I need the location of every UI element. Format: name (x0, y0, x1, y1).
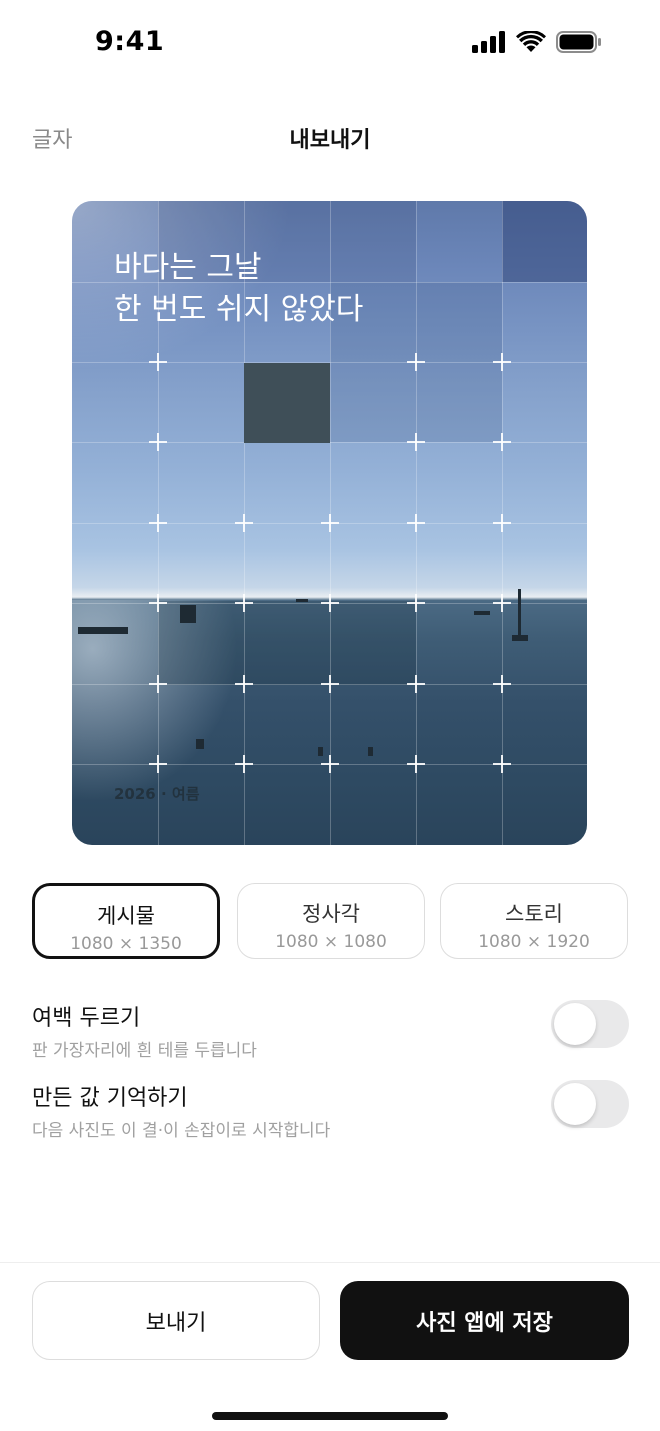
grid-crosshair-icon (149, 514, 167, 532)
format-size: 1080 × 1920 (478, 932, 590, 952)
grid-crosshair-icon (149, 755, 167, 773)
toggle-knob (554, 1083, 596, 1125)
grid-crosshair-icon (321, 514, 339, 532)
boat-shape (296, 599, 308, 602)
boat-shape (196, 739, 204, 749)
format-name: 게시물 (97, 904, 155, 928)
setting-border: 여백 두르기 판 가장자리에 흰 테를 두릅니다 (32, 1000, 629, 1061)
toggle-knob (554, 1003, 596, 1045)
boat-shape (318, 747, 323, 756)
setting-description: 판 가장자리에 흰 테를 두릅니다 (32, 1041, 257, 1061)
grid-crosshair-icon (149, 353, 167, 371)
boat-shape (512, 635, 528, 641)
boat-shape (78, 627, 128, 634)
boat-shape (518, 589, 521, 639)
nav-bar: 글자 내보내기 (0, 112, 660, 162)
battery-icon (556, 31, 601, 53)
home-indicator (212, 1412, 448, 1420)
export-preview: 바다는 그날 한 번도 쉬지 않았다 2026 · 여름 (72, 201, 587, 845)
status-bar: 9:41 (0, 0, 660, 90)
grid-crosshair-icon (493, 755, 511, 773)
mosaic-block (502, 201, 587, 282)
grid-crosshair-icon (493, 675, 511, 693)
setting-description: 다음 사진도 이 결·이 손잡이로 시작합니다 (32, 1121, 331, 1141)
format-name: 정사각 (302, 902, 360, 926)
grid-crosshair-icon (407, 514, 425, 532)
grid-crosshair-icon (235, 514, 253, 532)
grid-crosshair-icon (407, 675, 425, 693)
mosaic-block (158, 601, 416, 685)
bottom-divider (0, 1262, 660, 1263)
format-size: 1080 × 1080 (275, 932, 387, 952)
boat-shape (180, 605, 196, 623)
setting-title: 만든 값 기억하기 (32, 1086, 188, 1111)
setting-title: 여백 두르기 (32, 1006, 141, 1031)
grid-crosshair-icon (493, 594, 511, 612)
grid-crosshair-icon (493, 433, 511, 451)
grid-crosshair-icon (407, 594, 425, 612)
grid-crosshair-icon (149, 594, 167, 612)
grid-crosshair-icon (407, 353, 425, 371)
grid-crosshair-icon (407, 433, 425, 451)
grid-crosshair-icon (149, 675, 167, 693)
save-to-photos-button[interactable]: 사진 앱에 저장 (340, 1281, 629, 1360)
grid-crosshair-icon (493, 353, 511, 371)
format-option-post[interactable]: 게시물 1080 × 1350 (32, 883, 220, 959)
grid-crosshair-icon (235, 675, 253, 693)
format-size: 1080 × 1350 (70, 934, 182, 954)
wifi-icon (516, 31, 546, 52)
grid-crosshair-icon (321, 594, 339, 612)
grid-crosshair-icon (235, 755, 253, 773)
grid-crosshair-icon (493, 514, 511, 532)
format-option-story[interactable]: 스토리 1080 × 1920 (440, 883, 628, 959)
preview-caption: 2026 · 여름 (114, 785, 200, 803)
preview-headline: 바다는 그날 한 번도 쉬지 않았다 (114, 250, 364, 327)
share-button[interactable]: 보내기 (32, 1281, 320, 1360)
setting-remember: 만든 값 기억하기 다음 사진도 이 결·이 손잡이로 시작합니다 (32, 1080, 629, 1141)
grid-crosshair-icon (407, 755, 425, 773)
format-name: 스토리 (505, 902, 563, 926)
cellular-signal-icon (472, 31, 505, 53)
boat-shape (368, 747, 373, 756)
grid-crosshair-icon (321, 675, 339, 693)
boat-shape (474, 611, 490, 615)
status-icons (472, 31, 602, 53)
format-option-square[interactable]: 정사각 1080 × 1080 (237, 883, 425, 959)
grid-crosshair-icon (321, 755, 339, 773)
border-toggle[interactable] (551, 1000, 629, 1048)
format-options: 게시물 1080 × 1350 정사각 1080 × 1080 스토리 1080… (32, 883, 629, 963)
page-title: 내보내기 (289, 128, 371, 153)
remember-toggle[interactable] (551, 1080, 629, 1128)
status-time: 9:41 (95, 26, 165, 57)
grid-crosshair-icon (235, 594, 253, 612)
grid-crosshair-icon (149, 433, 167, 451)
crop-handle[interactable] (244, 363, 330, 443)
